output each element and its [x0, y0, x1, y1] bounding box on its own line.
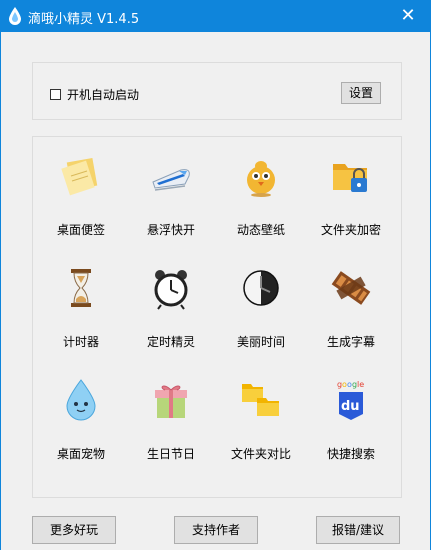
tool-floating-launch[interactable]: 悬浮快开 — [127, 146, 215, 246]
chick-icon — [247, 161, 275, 197]
tool-scheduler[interactable]: 定时精灵 — [127, 258, 215, 358]
sticky-notes-icon — [61, 157, 98, 196]
tool-label: 文件夹对比 — [230, 447, 291, 461]
folders-compare-icon — [242, 384, 279, 416]
baidu-search-icon: g o o g le du — [337, 380, 364, 420]
tool-desktop-notes[interactable]: 桌面便签 — [37, 146, 125, 246]
tool-timer[interactable]: 计时器 — [37, 258, 125, 358]
svg-text:du: du — [341, 399, 360, 414]
alarm-clock-icon — [154, 270, 188, 310]
close-button[interactable]: ✕ — [385, 0, 431, 32]
tool-label: 快捷搜索 — [326, 447, 375, 461]
tool-generate-subtitles[interactable]: 生成字幕 — [307, 258, 395, 358]
tool-label: 悬浮快开 — [146, 223, 195, 237]
tool-birthdays-holidays[interactable]: 生日节日 — [127, 370, 215, 470]
tool-quick-search[interactable]: g o o g le du 快捷搜索 — [307, 370, 395, 470]
title-bar: 滴哦小精灵 V1.4.5 ✕ — [0, 0, 431, 32]
autostart-label: 开机自动启动 — [67, 88, 140, 102]
tool-label: 美丽时间 — [236, 335, 285, 349]
tool-label: 生日节日 — [146, 447, 195, 461]
water-drop-pet-icon — [66, 379, 96, 421]
autostart-checkbox-row[interactable]: 开机自动启动 — [50, 86, 139, 103]
folder-lock-icon — [333, 164, 367, 192]
more-fun-button[interactable]: 更多好玩 — [32, 516, 116, 544]
tool-label: 桌面宠物 — [56, 447, 105, 461]
gift-box-icon — [155, 385, 187, 418]
tool-folder-compare[interactable]: 文件夹对比 — [217, 370, 305, 470]
tool-label: 生成字幕 — [326, 335, 375, 349]
tool-label: 动态壁纸 — [236, 223, 285, 237]
close-icon: ✕ — [400, 5, 416, 26]
feedback-button[interactable]: 报错/建议 — [316, 516, 400, 544]
bullet-train-icon — [152, 169, 190, 191]
tool-live-wallpaper[interactable]: 动态壁纸 — [217, 146, 305, 246]
water-drop-app-icon — [9, 7, 21, 25]
tool-label: 定时精灵 — [146, 335, 195, 349]
settings-button[interactable]: 设置 — [341, 82, 381, 104]
tool-label: 文件夹加密 — [320, 223, 381, 237]
autostart-checkbox[interactable] — [50, 89, 61, 100]
tool-label: 计时器 — [62, 335, 99, 349]
svg-text:le: le — [357, 380, 364, 389]
film-strip-icon — [331, 271, 371, 305]
hourglass-icon — [71, 269, 91, 307]
tool-desktop-pet[interactable]: 桌面宠物 — [37, 370, 125, 470]
tool-label: 桌面便签 — [56, 223, 105, 237]
tool-beautiful-time[interactable]: 美丽时间 — [217, 258, 305, 358]
window-title: 滴哦小精灵 V1.4.5 — [28, 12, 140, 27]
support-author-button[interactable]: 支持作者 — [174, 516, 258, 544]
tool-folder-encrypt[interactable]: 文件夹加密 — [307, 146, 395, 246]
clock-face-icon — [243, 270, 279, 306]
